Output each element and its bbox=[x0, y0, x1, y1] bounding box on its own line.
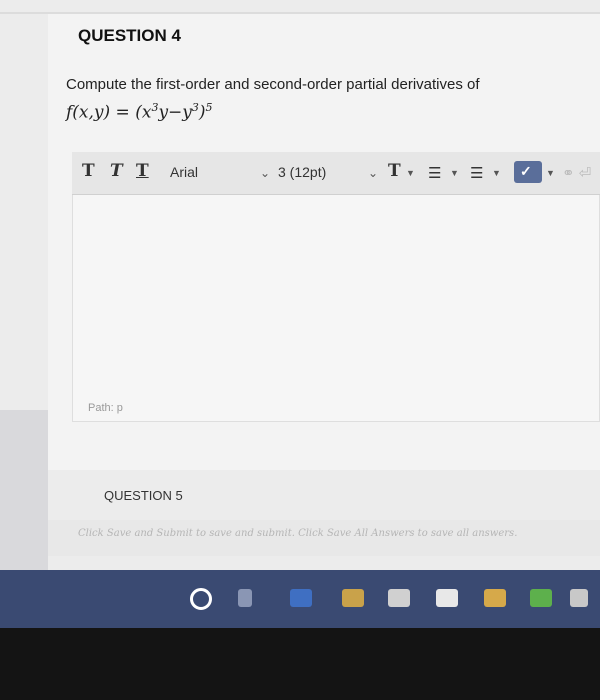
formula-exp-2: 3 bbox=[191, 101, 199, 114]
launcher-icon[interactable] bbox=[530, 589, 552, 607]
spellcheck-button[interactable]: ✓ bbox=[514, 161, 542, 183]
font-family-chevron-icon[interactable]: ⌄ bbox=[260, 166, 270, 180]
file-explorer-icon[interactable] bbox=[342, 589, 364, 607]
link-icon[interactable]: ⚭ ⏎ bbox=[562, 164, 591, 182]
save-instructions: Click Save and Submit to save and submit… bbox=[78, 528, 518, 539]
edge-icon[interactable] bbox=[290, 589, 312, 607]
spellcheck-icon: ✓ bbox=[520, 163, 532, 179]
mail-icon[interactable] bbox=[436, 589, 458, 607]
question-5-title: QUESTION 5 bbox=[104, 488, 183, 503]
numbered-list-chevron-icon[interactable]: ▼ bbox=[492, 168, 501, 178]
question-4-prompt: Compute the first-order and second-order… bbox=[66, 76, 480, 93]
font-family-select[interactable]: Arial bbox=[170, 164, 198, 180]
formula-main: f(x,y) = (x bbox=[66, 102, 152, 123]
formula-exp-3: 5 bbox=[205, 101, 213, 114]
spellcheck-chevron-icon[interactable]: ▼ bbox=[546, 168, 555, 178]
formula-mid: y−y bbox=[158, 102, 192, 123]
font-size-chevron-icon[interactable]: ⌄ bbox=[368, 166, 378, 180]
editor-toolbar: T T T Arial ⌄ 3 (12pt) ⌄ T ▼ ☰ ▼ ☰ ▼ ✓ ▼… bbox=[72, 152, 600, 195]
store-icon[interactable] bbox=[388, 589, 410, 607]
text-color-chevron-icon[interactable]: ▼ bbox=[406, 168, 415, 178]
numbered-list-button[interactable]: ☰ bbox=[470, 164, 483, 182]
formula-close: ) bbox=[198, 102, 206, 123]
bullet-list-button[interactable]: ☰ bbox=[428, 164, 441, 182]
bold-button[interactable]: T bbox=[82, 161, 95, 181]
question-4-formula: f(x,y) = (x3y−y3)5 bbox=[66, 101, 213, 123]
font-size-select[interactable]: 3 (12pt) bbox=[278, 164, 326, 180]
device-bezel bbox=[0, 628, 600, 700]
underline-button[interactable]: T bbox=[136, 161, 149, 181]
left-panel-shade bbox=[0, 410, 48, 580]
task-view-icon[interactable] bbox=[238, 589, 252, 607]
app-icon[interactable] bbox=[484, 589, 506, 607]
bullet-list-chevron-icon[interactable]: ▼ bbox=[450, 168, 459, 178]
editor-path: Path: p bbox=[88, 402, 123, 414]
italic-button[interactable]: T bbox=[110, 161, 123, 181]
text-color-button[interactable]: T bbox=[388, 161, 401, 181]
question-4-title: QUESTION 4 bbox=[78, 26, 181, 45]
settings-icon[interactable] bbox=[570, 589, 588, 607]
cortana-icon[interactable] bbox=[190, 588, 212, 610]
